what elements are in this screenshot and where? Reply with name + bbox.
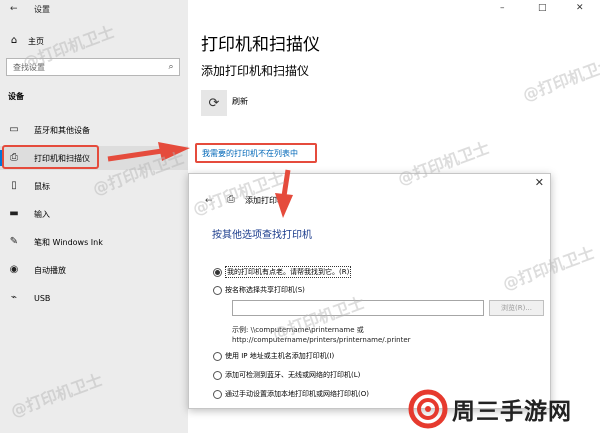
option-tcpip[interactable]: 使用 IP 地址或主机名添加打印机(I) xyxy=(213,351,334,361)
dialog-close-icon[interactable]: ✕ xyxy=(535,176,544,189)
sidebar-item-label: 输入 xyxy=(34,209,50,219)
sidebar-item-label: 笔和 Windows Ink xyxy=(34,237,103,247)
option-label: 我的打印机有点老。请帮我找到它。(R) xyxy=(225,266,352,278)
mouse-icon: ▯ xyxy=(11,180,17,191)
bluetooth-icon: ▭ xyxy=(9,124,19,135)
option-label: 使用 IP 地址或主机名添加打印机(I) xyxy=(225,352,335,360)
minimize-button[interactable]: – xyxy=(500,3,505,13)
sidebar-item-label: 自动播放 xyxy=(34,265,66,275)
option-bluetooth[interactable]: 添加可检测到蓝牙、无线或网络的打印机(L) xyxy=(213,370,360,380)
sidebar-item-autoplay[interactable]: ◉ 自动播放 xyxy=(0,258,188,282)
site-logo: 周三手游网 xyxy=(408,389,572,429)
section-heading: 设备 xyxy=(8,92,24,101)
sidebar-item-label: USB xyxy=(34,293,51,303)
option-label: 添加可检测到蓝牙、无线或网络的打印机(L) xyxy=(225,371,361,379)
maximize-button[interactable]: □ xyxy=(538,3,547,13)
option-label: 按名称选择共享打印机(S) xyxy=(225,286,305,294)
section-subtitle: 添加打印机和扫描仪 xyxy=(201,64,310,78)
add-printer-dialog: ✕ ← ⎙ 添加打印机 按其他选项查找打印机 我的打印机有点老。请帮我找到它。(… xyxy=(188,173,551,409)
page-title: 打印机和扫描仪 xyxy=(201,35,320,55)
logo-mark-icon xyxy=(408,389,448,429)
keyboard-icon: ▬ xyxy=(9,208,19,219)
dialog-heading: 按其他选项查找打印机 xyxy=(212,230,312,241)
sidebar-item-pen[interactable]: ✎ 笔和 Windows Ink xyxy=(0,230,188,254)
annotation-highlight-box xyxy=(2,145,99,169)
example-line: http://computername/printers/printername… xyxy=(232,336,411,344)
option-label: 通过手动设置添加本地打印机或网络打印机(O) xyxy=(225,390,369,398)
back-arrow-icon[interactable]: ← xyxy=(10,4,18,14)
refresh-icon[interactable]: ⟳ xyxy=(201,90,227,116)
option-by-name[interactable]: 按名称选择共享打印机(S) xyxy=(213,285,305,295)
option-manual[interactable]: 通过手动设置添加本地打印机或网络打印机(O) xyxy=(213,389,369,399)
pen-icon: ✎ xyxy=(9,236,19,247)
sidebar-item-typing[interactable]: ▬ 输入 xyxy=(0,202,188,226)
watermark: @打印机卫士 xyxy=(520,54,600,105)
logo-text: 周三手游网 xyxy=(452,399,572,425)
radio-button[interactable] xyxy=(213,351,222,361)
refresh-label[interactable]: 刷新 xyxy=(232,96,248,107)
radio-button[interactable] xyxy=(213,389,222,399)
sidebar-item-label: 蓝牙和其他设备 xyxy=(34,125,90,135)
radio-button[interactable] xyxy=(213,370,222,380)
sidebar-item-usb[interactable]: ⌁ USB xyxy=(0,286,188,310)
radio-button[interactable] xyxy=(213,267,222,277)
home-icon: ⌂ xyxy=(10,35,18,46)
search-icon[interactable]: ⌕ xyxy=(163,62,179,72)
browse-button[interactable]: 浏览(R)... xyxy=(489,300,544,316)
sidebar-item-label: 鼠标 xyxy=(34,181,50,191)
usb-icon: ⌁ xyxy=(10,292,18,303)
close-button[interactable]: ✕ xyxy=(576,3,584,13)
autoplay-icon: ◉ xyxy=(9,264,19,275)
printer-not-listed-link[interactable]: 我需要的打印机不在列表中 xyxy=(195,143,317,163)
option-old-printer[interactable]: 我的打印机有点老。请帮我找到它。(R) xyxy=(213,266,352,278)
sidebar-item-bluetooth[interactable]: ▭ 蓝牙和其他设备 xyxy=(0,118,188,142)
window-title: 设置 xyxy=(34,5,50,14)
radio-button[interactable] xyxy=(213,285,222,295)
